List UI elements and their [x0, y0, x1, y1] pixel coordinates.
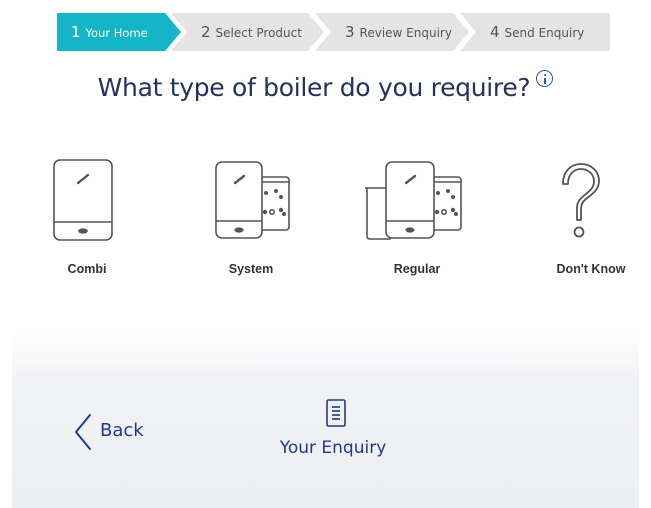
option-label: System: [228, 262, 274, 276]
progress-stepper: 1 Your Home 2 Select Product 3 Review Enqui…: [57, 13, 610, 51]
page-title-text: What type of boiler do you require?: [97, 73, 531, 102]
page-title: What type of boiler do you require?: [0, 70, 651, 102]
back-label: Back: [100, 420, 144, 441]
your-enquiry-button[interactable]: Your Enquiry: [268, 398, 398, 468]
step-label: Send Enquiry: [504, 26, 585, 40]
combi-boiler-icon: [53, 159, 113, 241]
option-regular[interactable]: Regular: [362, 152, 472, 292]
step-review-enquiry[interactable]: 3 Review Enquiry: [315, 13, 469, 51]
document-icon: [326, 399, 346, 427]
step-number: 2: [201, 23, 211, 41]
step-select-product[interactable]: 2 Select Product: [171, 13, 324, 51]
option-system[interactable]: System: [196, 152, 306, 292]
step-number: 3: [345, 23, 355, 41]
step-label: Your Home: [85, 26, 148, 40]
step-label: Review Enquiry: [359, 26, 452, 40]
system-boiler-icon: [215, 161, 290, 239]
option-label: Regular: [393, 262, 441, 276]
your-enquiry-label: Your Enquiry: [279, 438, 387, 458]
question-mark-icon: [562, 163, 600, 238]
option-dont-know[interactable]: Don't Know: [536, 152, 646, 292]
step-send-enquiry[interactable]: 4 Send Enquiry: [460, 13, 610, 51]
step-your-home[interactable]: 1 Your Home: [57, 13, 181, 51]
step-label: Select Product: [215, 26, 302, 40]
footer-bar: Back Your Enquiry: [12, 330, 639, 508]
step-number: 1: [71, 23, 81, 41]
info-icon[interactable]: [536, 70, 554, 87]
regular-boiler-icon: [365, 161, 462, 240]
chevron-left-icon: [75, 414, 91, 450]
option-label: Don't Know: [556, 262, 626, 276]
option-combi[interactable]: Combi: [32, 152, 142, 292]
option-label: Combi: [67, 262, 107, 276]
step-number: 4: [490, 23, 500, 41]
